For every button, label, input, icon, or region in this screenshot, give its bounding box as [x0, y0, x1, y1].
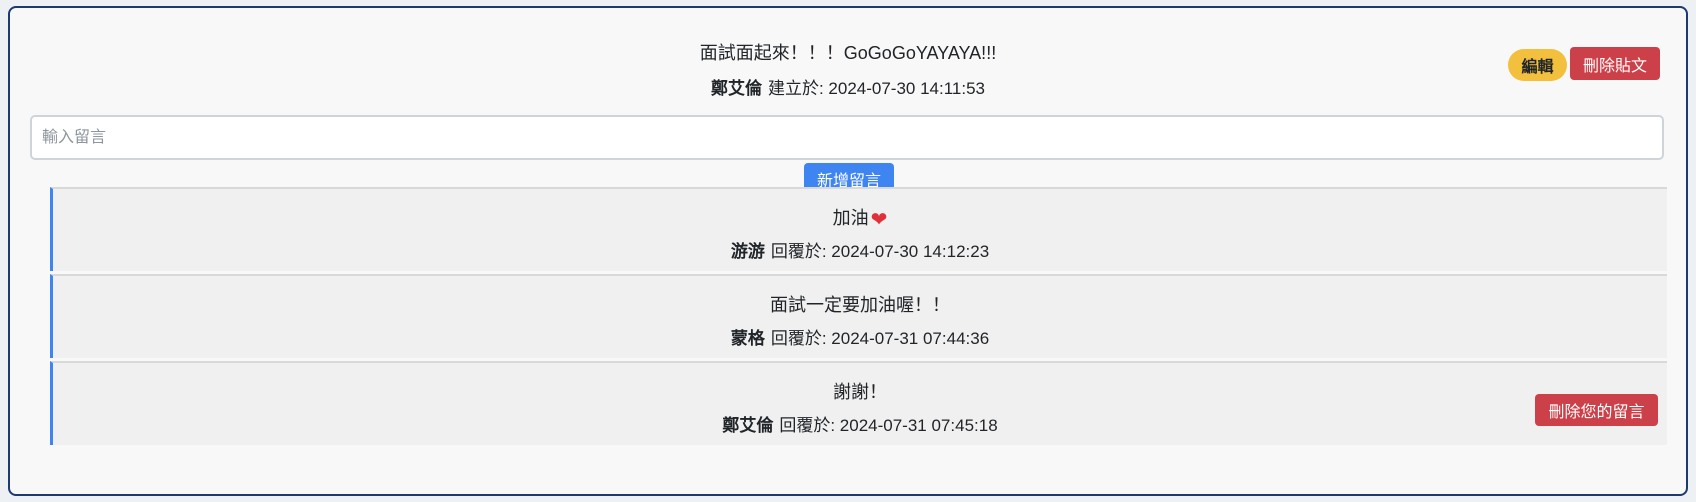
reply-time: 2024-07-31 07:45:18	[839, 416, 998, 435]
reply-author: 游游	[730, 242, 765, 261]
reply-meta: 鄭艾倫 回覆於: 2024-07-31 07:45:18	[53, 413, 1667, 439]
reply-item: 面試一定要加油喔！！ 蒙格 回覆於: 2024-07-31 07:44:36	[50, 274, 1667, 358]
heart-icon: ❤	[870, 207, 888, 231]
reply-content: 謝謝！	[833, 382, 887, 402]
reply-content: 面試一定要加油喔！！	[770, 295, 950, 315]
reply-time-label: 回覆於:	[779, 416, 836, 435]
reply-author: 鄭艾倫	[722, 416, 774, 435]
post-created-at: 2024-07-30 14:11:53	[828, 79, 986, 98]
reply-content: 加油 ❤	[53, 205, 1667, 231]
reply-time: 2024-07-31 07:44:36	[831, 329, 990, 348]
delete-post-button[interactable]: 刪除貼文	[1570, 47, 1660, 80]
reply-time: 2024-07-30 14:12:23	[831, 242, 990, 261]
reply-time-label: 回覆於:	[770, 329, 827, 348]
edit-post-button[interactable]: 編輯	[1508, 49, 1567, 81]
post-meta: 鄭艾倫 建立於: 2024-07-30 14:11:53	[10, 76, 1686, 102]
post-author: 鄭艾倫	[710, 79, 762, 98]
reply-time-label: 回覆於:	[770, 242, 827, 261]
comment-input[interactable]	[30, 115, 1664, 160]
reply-author: 蒙格	[730, 329, 765, 348]
delete-reply-button[interactable]: 刪除您的留言	[1535, 394, 1658, 426]
post-card: 面試面起來！！！GoGoGoYAYAYA!!! 鄭艾倫 建立於: 2024-07-…	[8, 6, 1688, 496]
post-content: 面試面起來！！！GoGoGoYAYAYA!!!	[699, 43, 997, 63]
reply-meta: 游游 回覆於: 2024-07-30 14:12:23	[53, 239, 1667, 265]
reply-text: 加油	[832, 208, 869, 228]
reply-item: 加油 ❤ 游游 回覆於: 2024-07-30 14:12:23	[50, 187, 1667, 271]
reply-item: 謝謝！ 鄭艾倫 回覆於: 2024-07-31 07:45:18 刪除您的留言	[50, 361, 1667, 445]
reply-meta: 蒙格 回覆於: 2024-07-31 07:44:36	[53, 326, 1667, 352]
post-created-label: 建立於:	[767, 79, 824, 98]
